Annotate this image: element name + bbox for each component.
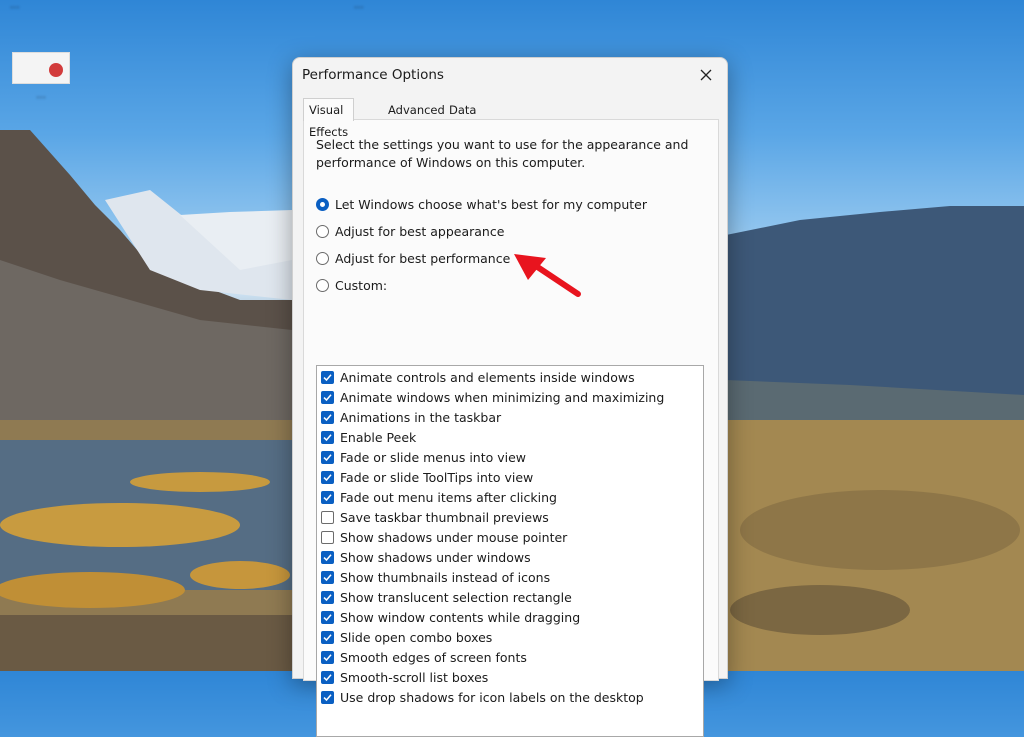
- checkmark-icon: [323, 433, 332, 441]
- list-item[interactable]: Animations in the taskbar: [321, 408, 501, 426]
- checkmark-icon: [323, 633, 332, 641]
- tab-data-execution-prevention[interactable]: Data Execution Prevention: [444, 100, 515, 157]
- checkmark-icon: [323, 653, 332, 661]
- checkmark-icon: [323, 673, 332, 681]
- desktop-top-label-left: ...: [10, 0, 20, 11]
- checkmark-icon: [323, 573, 332, 581]
- visual-effects-panel: Select the settings you want to use for …: [303, 119, 719, 737]
- checkmark-icon: [323, 413, 332, 421]
- close-icon: [700, 69, 712, 81]
- dialog-titlebar[interactable]: Performance Options: [293, 58, 727, 92]
- checkbox-label: Show window contents while dragging: [340, 609, 581, 625]
- radio-custom[interactable]: Custom:: [316, 276, 387, 294]
- desktop-top-label-center: ...: [354, 0, 364, 11]
- checkbox-label: Fade or slide menus into view: [340, 449, 527, 465]
- checkbox-label: Fade or slide ToolTips into view: [340, 469, 534, 485]
- checkbox-label: Animations in the taskbar: [340, 409, 502, 425]
- checkbox-label: Save taskbar thumbnail previews: [340, 509, 549, 525]
- list-item[interactable]: Fade or slide menus into view: [321, 448, 526, 466]
- dialog-title: Performance Options: [302, 67, 444, 83]
- checkbox[interactable]: [321, 670, 334, 684]
- desktop-shortcut-icon[interactable]: ...: [6, 52, 76, 101]
- checkbox-label: Show shadows under windows: [340, 549, 531, 565]
- checkmark-icon: [323, 613, 332, 621]
- checkbox[interactable]: [321, 570, 334, 584]
- checkmark-icon: [323, 693, 332, 701]
- checkbox-label: Animate windows when minimizing and maxi…: [340, 389, 665, 405]
- list-item[interactable]: Enable Peek: [321, 428, 416, 446]
- list-item[interactable]: Fade out menu items after clicking: [321, 488, 557, 506]
- list-item[interactable]: Animate controls and elements inside win…: [321, 368, 635, 386]
- checkbox[interactable]: [321, 510, 334, 524]
- checkbox[interactable]: [321, 410, 334, 424]
- list-item[interactable]: Show window contents while dragging: [321, 608, 580, 626]
- list-item[interactable]: Show translucent selection rectangle: [321, 588, 572, 606]
- checkbox[interactable]: [321, 610, 334, 624]
- checkbox[interactable]: [321, 370, 334, 384]
- radio-button[interactable]: [316, 251, 329, 265]
- checkbox[interactable]: [321, 690, 334, 704]
- annotation-arrow-icon: [514, 254, 581, 297]
- checkbox-label: Show shadows under mouse pointer: [340, 529, 568, 545]
- list-item[interactable]: Show shadows under windows: [321, 548, 531, 566]
- shortcut-thumbnail-icon: [12, 52, 70, 84]
- checkbox[interactable]: [321, 450, 334, 464]
- list-item[interactable]: Animate windows when minimizing and maxi…: [321, 388, 664, 406]
- checkbox[interactable]: [321, 630, 334, 644]
- checkmark-icon: [323, 373, 332, 381]
- checkmark-icon: [323, 493, 332, 501]
- checkbox-label: Fade out menu items after clicking: [340, 489, 557, 505]
- performance-options-dialog: Performance Options Visual Effects Advan…: [292, 57, 728, 737]
- checkbox[interactable]: [321, 550, 334, 564]
- desktop-shortcut-label: ...: [36, 90, 46, 101]
- checkbox-label: Smooth edges of screen fonts: [340, 649, 527, 665]
- checkbox[interactable]: [321, 430, 334, 444]
- checkbox-label: Smooth-scroll list boxes: [340, 669, 489, 685]
- checkmark-icon: [323, 393, 332, 401]
- list-item[interactable]: Smooth edges of screen fonts: [321, 648, 527, 666]
- checkbox-label: Show thumbnails instead of icons: [340, 569, 551, 585]
- list-item[interactable]: Show thumbnails instead of icons: [321, 568, 550, 586]
- checkbox[interactable]: [321, 490, 334, 504]
- radio-label: Custom:: [335, 277, 388, 293]
- checkbox-label: Slide open combo boxes: [340, 629, 493, 645]
- checkbox-label: Enable Peek: [340, 429, 417, 445]
- checkbox[interactable]: [321, 530, 334, 544]
- list-item[interactable]: Save taskbar thumbnail previews: [321, 508, 549, 526]
- checkmark-icon: [323, 553, 332, 561]
- list-item[interactable]: Show shadows under mouse pointer: [321, 528, 567, 546]
- tab-advanced[interactable]: Advanced: [383, 100, 450, 120]
- list-item[interactable]: Fade or slide ToolTips into view: [321, 468, 533, 486]
- radio-let-windows-choose[interactable]: Let Windows choose what's best for my co…: [316, 195, 647, 213]
- checkbox[interactable]: [321, 650, 334, 664]
- checkbox[interactable]: [321, 590, 334, 604]
- radio-best-performance[interactable]: Adjust for best performance: [316, 249, 510, 267]
- visual-effects-list[interactable]: Animate controls and elements inside win…: [316, 365, 704, 737]
- panel-description: Select the settings you want to use for …: [316, 137, 689, 170]
- checkmark-icon: [323, 593, 332, 601]
- radio-label: Let Windows choose what's best for my co…: [335, 196, 647, 212]
- radio-button[interactable]: [316, 278, 329, 292]
- checkbox[interactable]: [321, 390, 334, 404]
- close-button[interactable]: [691, 61, 721, 89]
- radio-button[interactable]: [316, 197, 329, 211]
- tab-visual-effects[interactable]: Visual Effects: [303, 98, 355, 139]
- radio-button[interactable]: [316, 224, 329, 238]
- checkmark-icon: [323, 453, 332, 461]
- list-item[interactable]: Use drop shadows for icon labels on the …: [321, 688, 644, 706]
- radio-label: Adjust for best appearance: [335, 223, 505, 239]
- checkbox[interactable]: [321, 470, 334, 484]
- checkbox-label: Animate controls and elements inside win…: [340, 369, 635, 385]
- radio-label: Adjust for best performance: [335, 250, 511, 266]
- checkmark-icon: [323, 473, 332, 481]
- radio-best-appearance[interactable]: Adjust for best appearance: [316, 222, 504, 240]
- checkbox-label: Show translucent selection rectangle: [340, 589, 572, 605]
- list-item[interactable]: Slide open combo boxes: [321, 628, 492, 646]
- checkbox-label: Use drop shadows for icon labels on the …: [340, 689, 644, 705]
